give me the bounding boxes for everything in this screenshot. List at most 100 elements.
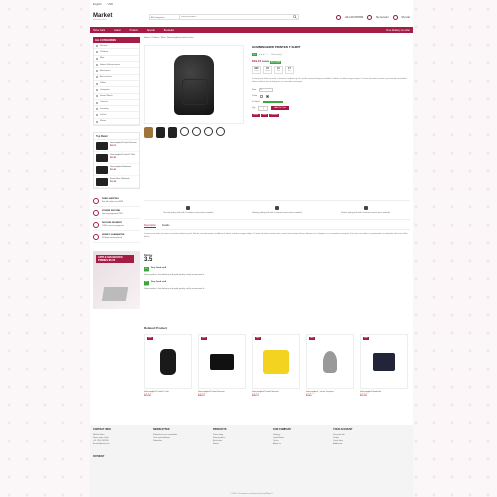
logo[interactable]: Market electronic store: [93, 13, 143, 21]
backpack-image: [174, 54, 214, 115]
phone-icon: [335, 14, 341, 20]
truck-icon: [93, 197, 99, 204]
shield-icon: [93, 209, 99, 216]
share-button[interactable]: Share: [252, 113, 260, 117]
payment-label: PAYMENT: [93, 454, 105, 458]
size-select[interactable]: S: [259, 87, 274, 92]
footer-link[interactable]: About us: [273, 443, 323, 446]
share-buttons: Share Tweet Pinterest: [252, 113, 410, 117]
reviews-section: Review 3.5 3.5 Very Good stuff Brian Grea…: [144, 254, 410, 291]
product-price: $19.12 $23.90 Save 20%: [252, 59, 282, 64]
color-swatch[interactable]: [260, 94, 264, 98]
product-thumbnail: [96, 178, 108, 187]
top-rated-item[interactable]: Brown Bear Notebook $12.90: [94, 176, 139, 189]
product-info: HUMMINGBIRD PRINTED T-SHIRT 3.5 ★★★☆☆ 1 Re…: [252, 45, 410, 117]
top-rated-item[interactable]: Hummingbird Notebook $12.90: [94, 164, 139, 177]
lock-icon: [93, 221, 99, 228]
search-button[interactable]: [291, 15, 298, 19]
review-score: 3.5: [144, 257, 153, 263]
product-image[interactable]: [144, 45, 244, 124]
account-link[interactable]: My Account: [376, 16, 388, 19]
add-to-cart-button[interactable]: Add To Cart: [271, 106, 289, 111]
footer-link[interactable]: Addresses: [333, 443, 383, 446]
search-icon: [292, 15, 297, 19]
footer-link[interactable]: Stores: [213, 443, 263, 446]
service-item: FREE SHIPPING For all order over $99: [93, 195, 140, 208]
tweet-button[interactable]: Tweet: [260, 113, 269, 117]
phone-number: +91 1234 567890: [344, 15, 364, 19]
footer-col: YOUR ACCOUNT Personal info Orders Credit sl…: [333, 428, 383, 447]
cart-icon: [392, 14, 398, 20]
language-selector[interactable]: English: [93, 3, 102, 6]
thumbnail[interactable]: [204, 127, 213, 136]
product-card[interactable]: New Hummingbird Printed Sweater ★★★★☆ $28.7…: [198, 334, 246, 397]
thumbnail-strip: [144, 127, 225, 138]
stock-bar: [262, 100, 283, 103]
category-item[interactable]: Shoes: [94, 119, 139, 126]
product-title: HUMMINGBIRD PRINTED T-SHIRT: [252, 45, 301, 49]
sidebar: ALL CATEGORIES Women Children Men Home &…: [93, 37, 140, 310]
search-category-select[interactable]: All Categories: [150, 15, 180, 19]
product-card[interactable]: New Hummingbird Printed T-shirt ★★★★☆ $23.9…: [144, 334, 192, 397]
promo-banner[interactable]: APPLE MACBOOKS PRIMES $5.00: [93, 251, 140, 310]
reassurance-item: Return policy (edit with Customer reassu…: [321, 201, 410, 219]
nav-item[interactable]: Bestseller: [164, 29, 175, 32]
handbag-image: [210, 353, 234, 370]
reassurance-row: Security policy (edit with Customer reas…: [144, 200, 410, 220]
thumbnail[interactable]: [180, 127, 189, 136]
thumbnail[interactable]: [156, 127, 165, 138]
color-swatch[interactable]: [266, 94, 270, 98]
nav-item[interactable]: Latest: [114, 29, 121, 32]
pinterest-button[interactable]: Pinterest: [269, 113, 280, 117]
top-rated-item[interactable]: Hummingbird Printed Sweater $28.72: [94, 140, 139, 153]
qty-field: Qty 1 Add To Cart: [252, 105, 410, 111]
thumbnail[interactable]: [192, 127, 201, 136]
top-rated-item[interactable]: Hummingbird Printed T-Shirt $23.90: [94, 152, 139, 165]
review-item: 3.5 Very Good stuff Brian Great product, …: [144, 267, 205, 276]
star-icon: ★★★☆☆: [258, 54, 269, 56]
footer-col: NEWSLETTER Subscribe to our newsletter You…: [153, 428, 203, 447]
timer-cell: 10 Min: [274, 66, 283, 74]
product-thumbnail: [96, 142, 108, 151]
footer-col: CONTACT INFO Market Store Demo store, Indi…: [93, 428, 111, 446]
tab-details[interactable]: Details: [162, 224, 169, 228]
sweater-image: [263, 349, 289, 374]
related-products: Related Product New Hummingbird Printed T…: [144, 326, 410, 397]
breadcrumb[interactable]: Home / Clothes / Men / Hummingbird print…: [144, 37, 410, 42]
service-item: POWER SECURE Secure payment 24/7: [93, 207, 140, 220]
top-rated-box: Top Rated Hummingbird Printed Sweater $28…: [93, 132, 140, 190]
nav-item[interactable]: Home Cars: [93, 29, 105, 32]
product-card[interactable]: New Hummingbird Notebook ★★★★☆ $12.90: [360, 334, 408, 397]
service-item: MONEY GUARANTEE 30 days money back: [93, 231, 140, 244]
quantity-input[interactable]: 1: [258, 105, 269, 111]
thumbnail[interactable]: [144, 127, 153, 138]
cart-link[interactable]: My Cart: [402, 16, 410, 19]
thumbnail[interactable]: [168, 127, 177, 138]
timer-cell: 17 Sec: [285, 66, 294, 74]
currency-selector[interactable]: USD: [108, 3, 113, 6]
product-main: Home / Clothes / Men / Hummingbird print…: [144, 37, 410, 290]
truck-icon: [275, 206, 279, 211]
lamp-image: [323, 350, 337, 373]
backpack-image: [160, 348, 176, 375]
size-field: Size S: [252, 87, 410, 92]
subscribe-button[interactable]: Subscribe: [153, 440, 203, 443]
nav-item[interactable]: Special: [147, 29, 155, 32]
nav-item[interactable]: Product: [130, 29, 138, 32]
background-pattern-right: [407, 0, 497, 497]
thumbnail[interactable]: [216, 127, 225, 136]
services-list: FREE SHIPPING For all order over $99 POWE…: [93, 195, 140, 244]
product-card[interactable]: New Hummingbird Printed Sweater ★★★★☆ $28.7…: [252, 334, 300, 397]
reassurance-item: Security policy (edit with Customer reas…: [144, 201, 233, 219]
header-info: +91 1234 567890 My Account My Cart: [335, 14, 410, 20]
background-pattern-left: [0, 0, 90, 497]
search-input[interactable]: [180, 15, 291, 19]
tab-description[interactable]: Description: [144, 224, 156, 228]
banner-text: APPLE MACBOOKS PRIMES $5.00: [96, 255, 134, 264]
category-list: Women Children Men Home & Accessories El…: [93, 43, 140, 127]
product-card[interactable]: New Hummingbird - Vector Graphics ★★★★☆ $9.…: [306, 334, 354, 397]
product-tabs: Description Details Lorem ipsum dolor si…: [144, 223, 410, 239]
main-nav: Home Cars Latest Product Special Bestsel…: [90, 27, 413, 33]
reassurance-item: Delivery policy (edit with Customer reas…: [233, 201, 322, 219]
copyright: © 2020 - Ecommerce software by PrestaSho…: [230, 493, 273, 495]
